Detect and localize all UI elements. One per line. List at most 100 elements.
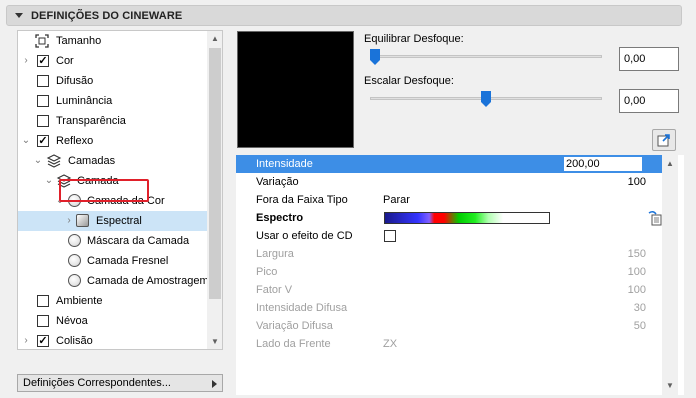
tree-item-label: Camada Fresnel	[87, 255, 169, 267]
diffusion-checkbox[interactable]	[37, 75, 49, 87]
tree-item-label: Camada de Amostragem	[87, 275, 209, 287]
tree-item-diffusion[interactable]: Difusão	[18, 71, 208, 91]
tree-item-label: Ambiente	[56, 295, 103, 307]
chevron-right-icon[interactable]: ›	[21, 336, 31, 346]
tree-item-layer-mask[interactable]: Máscara da Camada	[18, 231, 208, 251]
tree-item-layers[interactable]: ⌄ Camadas	[18, 151, 208, 171]
tree-item-label: Colisão	[56, 335, 93, 347]
tree-item-spectral[interactable]: › Espectral	[18, 211, 208, 231]
tree-item-reflection[interactable]: ⌄ ✓ Reflexo	[18, 131, 208, 151]
tree-item-label: Reflexo	[56, 135, 94, 147]
blur-scale-thumb[interactable]	[481, 91, 491, 107]
tree-item-label: Transparência	[56, 115, 126, 127]
property-value: ZX	[383, 338, 398, 350]
property-row-out-of-range[interactable]: Fora da Faixa Tipo Parar	[236, 191, 662, 209]
scroll-down-icon[interactable]: ▼	[666, 381, 674, 390]
blur-scale-label: Escalar Desfoque:	[364, 75, 454, 87]
property-name: Variação Difusa	[256, 320, 333, 332]
section-title: DEFINIÇÕES DO CINEWARE	[31, 9, 183, 22]
fog-checkbox[interactable]	[37, 315, 49, 327]
property-value: 100	[627, 284, 646, 296]
scroll-up-icon[interactable]: ▲	[211, 34, 219, 43]
edit-spectrum-icon[interactable]	[648, 210, 662, 226]
triangle-right-icon	[212, 380, 217, 388]
blur-balance-slider[interactable]	[370, 55, 602, 58]
scroll-down-icon[interactable]: ▼	[211, 337, 219, 346]
chevron-right-icon[interactable]: ›	[21, 56, 31, 66]
chevron-down-icon[interactable]: ⌄	[21, 136, 31, 146]
tree-item-label: Espectral	[96, 215, 142, 227]
scrollbar-thumb[interactable]	[209, 48, 221, 299]
tree-item-environment[interactable]: Ambiente	[18, 291, 208, 311]
property-row-intensity[interactable]: Intensidade 200,00	[236, 155, 662, 173]
material-preview	[237, 31, 354, 148]
reflection-checkbox[interactable]: ✓	[37, 135, 49, 147]
property-row-spectrum[interactable]: Espectro	[236, 209, 662, 227]
matching-settings-button[interactable]: Definições Correspondentes...	[17, 374, 223, 392]
property-value: 30	[633, 302, 646, 314]
property-name: Pico	[256, 266, 278, 278]
tree-item-collision[interactable]: › ✓ Colisão	[18, 331, 208, 349]
tree-item-label: Máscara da Camada	[87, 235, 190, 247]
tree-item-label: Névoa	[56, 315, 88, 327]
blur-scale-field[interactable]: 0,00	[619, 89, 679, 113]
luminance-checkbox[interactable]	[37, 95, 49, 107]
tree-item-fresnel-layer[interactable]: Camada Fresnel	[18, 251, 208, 271]
tree-item-sampling-layer[interactable]: Camada de Amostragem	[18, 271, 209, 291]
export-icon	[657, 134, 670, 147]
property-value: 50	[633, 320, 646, 332]
transparency-checkbox[interactable]	[37, 115, 49, 127]
property-row-peak: Pico 100	[236, 263, 662, 281]
spectrum-gradient[interactable]	[384, 212, 550, 224]
radio-icon	[68, 254, 81, 267]
highlight-box	[59, 179, 149, 202]
property-row-variation[interactable]: Variação 100	[236, 173, 662, 191]
environment-checkbox[interactable]	[37, 295, 49, 307]
property-name: Usar o efeito de CD	[256, 230, 353, 242]
properties-list[interactable]: Intensidade 200,00 Variação 100 Fora da …	[236, 155, 684, 395]
property-value[interactable]: Parar	[383, 194, 410, 206]
property-row-front-side: Lado da Frente ZX	[236, 335, 662, 353]
color-checkbox[interactable]: ✓	[37, 55, 49, 67]
layers-icon	[46, 154, 62, 168]
collision-checkbox[interactable]: ✓	[37, 335, 49, 347]
tree-item-label: Luminância	[56, 95, 113, 107]
tree-item-color[interactable]: › ✓ Cor	[18, 51, 208, 71]
property-row-factor-v: Fator V 100	[236, 281, 662, 299]
blur-balance-field[interactable]: 0,00	[619, 47, 679, 71]
tree-item-luminance[interactable]: Luminância	[18, 91, 208, 111]
properties-scrollbar[interactable]: ▲ ▼	[662, 155, 678, 395]
chevron-down-icon[interactable]: ⌄	[44, 176, 54, 186]
tree-item-size[interactable]: Tamanho	[18, 31, 208, 51]
property-name: Espectro	[256, 212, 304, 224]
tree-scrollbar[interactable]: ▲ ▼	[207, 31, 222, 349]
tree-item-label: Tamanho	[56, 35, 102, 47]
export-button[interactable]	[652, 129, 676, 151]
property-name: Variação	[256, 176, 299, 188]
collapse-triangle-icon[interactable]	[15, 13, 23, 18]
property-row-use-cd[interactable]: Usar o efeito de CD	[236, 227, 662, 245]
property-name: Intensidade	[256, 158, 313, 170]
tree-item-label: Camadas	[68, 155, 116, 167]
section-header[interactable]: DEFINIÇÕES DO CINEWARE	[6, 5, 682, 26]
property-name: Largura	[256, 248, 294, 260]
scroll-up-icon[interactable]: ▲	[666, 159, 674, 168]
blur-balance-thumb[interactable]	[370, 49, 380, 65]
tree-item-transparency[interactable]: Transparência	[18, 111, 208, 131]
property-value: 100	[627, 266, 646, 278]
tree-item-fog[interactable]: Névoa	[18, 311, 208, 331]
property-value[interactable]: 100	[628, 176, 646, 188]
property-name: Fator V	[256, 284, 293, 296]
property-value: 150	[627, 248, 646, 260]
intensity-input[interactable]: 200,00	[563, 156, 643, 172]
radio-icon	[68, 274, 81, 287]
property-row-diffuse-intensity: Intensidade Difusa 30	[236, 299, 662, 317]
chevron-right-icon[interactable]: ›	[64, 216, 74, 226]
property-name: Fora da Faixa Tipo	[256, 194, 348, 206]
blur-balance-label: Equilibrar Desfoque:	[364, 33, 464, 45]
chevron-down-icon[interactable]: ⌄	[33, 156, 43, 166]
tree-item-label: Cor	[56, 55, 74, 67]
use-cd-checkbox[interactable]	[384, 230, 396, 242]
matching-settings-label: Definições Correspondentes...	[23, 377, 171, 389]
size-icon	[35, 34, 49, 48]
